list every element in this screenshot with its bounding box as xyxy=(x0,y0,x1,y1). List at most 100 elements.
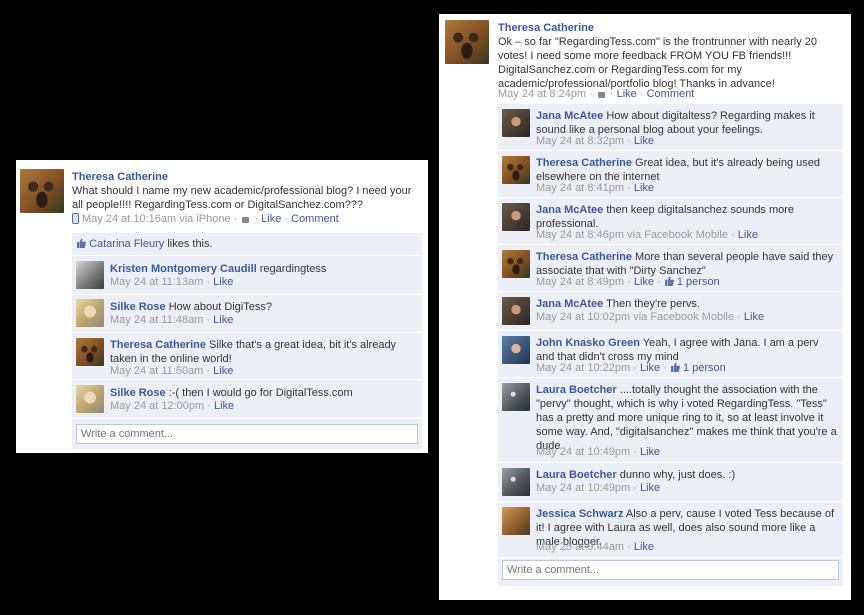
privacy-lock-icon[interactable] xyxy=(597,92,605,98)
comment-timestamp[interactable]: May 24 at 10:22pm xyxy=(536,362,630,374)
commenter-avatar[interactable] xyxy=(76,338,104,366)
commenter-avatar[interactable] xyxy=(502,297,530,325)
comment-timestamp[interactable]: May 24 at 8:41pm xyxy=(536,182,624,194)
comment-like-link[interactable]: Like xyxy=(634,541,654,553)
separator: · xyxy=(203,276,214,288)
comment-timestamp[interactable]: May 24 at 10:02pm via Facebook Mobile xyxy=(536,311,734,323)
thumbs-up-icon xyxy=(670,362,680,372)
comment-text: How about DigiTess? xyxy=(165,301,273,313)
like-count-link[interactable]: 1 person xyxy=(683,362,726,374)
commenter-name-link[interactable]: Theresa Catherine xyxy=(536,251,632,263)
like-link[interactable]: Like xyxy=(261,213,281,225)
comment-like-link[interactable]: Like xyxy=(640,446,660,458)
comment-like-link[interactable]: Like xyxy=(640,482,660,494)
comment-like-link[interactable]: Like xyxy=(744,311,764,323)
write-comment-input[interactable] xyxy=(76,424,418,444)
commenter-name-link[interactable]: Jessica Schwarz xyxy=(536,508,623,520)
comment-timestamp[interactable]: May 24 at 11:13am xyxy=(110,276,203,288)
comment-link[interactable]: Comment xyxy=(647,88,695,100)
comment-timestamp[interactable]: May 25 at 9:44am xyxy=(536,541,624,553)
commenter-avatar[interactable] xyxy=(502,250,530,278)
separator: · xyxy=(654,276,664,288)
commenter-avatar[interactable] xyxy=(76,299,104,327)
separator: · xyxy=(624,541,634,553)
comment-timestamp[interactable]: May 24 at 10:49pm xyxy=(536,482,630,494)
commenter-name-link[interactable]: Laura Boetcher xyxy=(536,469,617,481)
comment-item: Theresa Catherine Great idea, but it's a… xyxy=(498,151,843,198)
author-avatar[interactable] xyxy=(445,20,489,64)
commenter-name-link[interactable]: Jana McAtee xyxy=(536,204,603,216)
comment-item: Jana McAtee How about digitaltess? Regar… xyxy=(498,104,843,151)
separator: · xyxy=(624,276,634,288)
commenter-avatar[interactable] xyxy=(76,261,104,289)
comment-like-link[interactable]: Like xyxy=(213,276,233,288)
like-count-link[interactable]: 1 person xyxy=(677,276,720,288)
commenter-name-link[interactable]: Silke Rose xyxy=(110,387,166,399)
comment-timestamp[interactable]: May 24 at 10:49pm xyxy=(536,446,630,458)
separator: · xyxy=(624,182,634,194)
commenter-name-link[interactable]: Theresa Catherine xyxy=(536,157,632,169)
commenter-avatar[interactable] xyxy=(502,507,530,535)
commenter-name-link[interactable]: Laura Boetcher xyxy=(536,384,617,396)
commenter-avatar[interactable] xyxy=(502,203,530,231)
comment-like-link[interactable]: Like xyxy=(634,182,654,194)
comment-item: Theresa Catherine Silke that's a great i… xyxy=(72,333,422,380)
post-author-link[interactable]: Theresa Catherine xyxy=(72,171,168,183)
comment-item: Jana McAtee Then they're pervs. May 24 a… xyxy=(498,292,843,331)
separator: · xyxy=(734,311,744,323)
comment-timestamp[interactable]: May 24 at 8:49pm xyxy=(536,276,624,288)
comment-timestamp[interactable]: May 24 at 11:48am xyxy=(110,314,203,326)
separator: · xyxy=(251,213,262,225)
post-text: What should I name my new academic/profe… xyxy=(72,185,412,211)
commenter-name-link[interactable]: Theresa Catherine xyxy=(110,339,206,351)
comment-item: Laura Boetcher dunno why, just does. :) … xyxy=(498,463,843,502)
comment-text: regardingtess xyxy=(256,263,327,275)
comment-like-link[interactable]: Like xyxy=(738,229,758,241)
commenter-name-link[interactable]: Silke Rose xyxy=(110,301,166,313)
post-author-link[interactable]: Theresa Catherine xyxy=(498,22,594,34)
comment-item: Laura Boetcher ....totally thought the a… xyxy=(498,378,843,463)
post-timestamp[interactable]: May 24 at 8:24pm xyxy=(498,88,586,100)
write-comment-input[interactable] xyxy=(502,560,839,580)
comment-like-link[interactable]: Like xyxy=(214,400,234,412)
post-text: Ok – so far "RegardingTess.com" is the f… xyxy=(498,36,818,90)
commenter-name-link[interactable]: Jana McAtee xyxy=(536,298,603,310)
separator: · xyxy=(586,88,596,100)
commenter-avatar[interactable] xyxy=(502,383,530,411)
separator: · xyxy=(636,88,647,100)
comment-like-link[interactable]: Like xyxy=(213,314,233,326)
comment-like-link[interactable]: Like xyxy=(634,135,654,147)
liker-name-link[interactable]: Catarina Fleury xyxy=(89,238,164,250)
comment-like-link[interactable]: Like xyxy=(640,362,660,374)
comment-item: John Knasko Green Yeah, I agree with Jan… xyxy=(498,331,843,378)
commenter-avatar[interactable] xyxy=(502,468,530,496)
comment-timestamp[interactable]: May 24 at 12:00pm xyxy=(110,400,204,412)
separator: · xyxy=(630,482,640,494)
commenter-avatar[interactable] xyxy=(502,109,530,137)
author-avatar[interactable] xyxy=(20,169,64,213)
commenter-name-link[interactable]: Kristen Montgomery Caudill xyxy=(110,263,257,275)
separator: · xyxy=(630,362,640,374)
separator: · xyxy=(281,213,292,225)
comment-link[interactable]: Comment xyxy=(291,213,339,225)
post-timestamp[interactable]: May 24 at 10:16am via iPhone xyxy=(82,213,231,225)
comment-like-link[interactable]: Like xyxy=(213,365,233,377)
commenter-avatar[interactable] xyxy=(76,385,104,413)
separator: · xyxy=(203,365,214,377)
comment-timestamp[interactable]: May 24 at 11:50am xyxy=(110,365,203,377)
comment-item: Jessica Schwarz Also a perv, cause I vot… xyxy=(498,502,843,558)
privacy-lock-icon[interactable] xyxy=(242,217,250,223)
commenter-name-link[interactable]: Jana McAtee xyxy=(536,110,603,122)
comment-item: Jana McAtee then keep digitalsanchez sou… xyxy=(498,198,843,245)
thumbs-up-icon xyxy=(77,238,86,248)
separator: · xyxy=(204,400,214,412)
comment-timestamp[interactable]: May 24 at 8:46pm via Facebook Mobile xyxy=(536,229,728,241)
comment-like-link[interactable]: Like xyxy=(634,276,654,288)
commenter-avatar[interactable] xyxy=(502,156,530,184)
commenter-name-link[interactable]: John Knasko Green xyxy=(536,337,640,349)
comment-timestamp[interactable]: May 24 at 8:32pm xyxy=(536,135,624,147)
comment-text: dunno why, just does. :) xyxy=(616,469,736,481)
commenter-avatar[interactable] xyxy=(502,336,530,364)
like-link[interactable]: Like xyxy=(617,88,637,100)
comment-text: :-( then I would go for DigitalTess.com xyxy=(165,387,353,399)
